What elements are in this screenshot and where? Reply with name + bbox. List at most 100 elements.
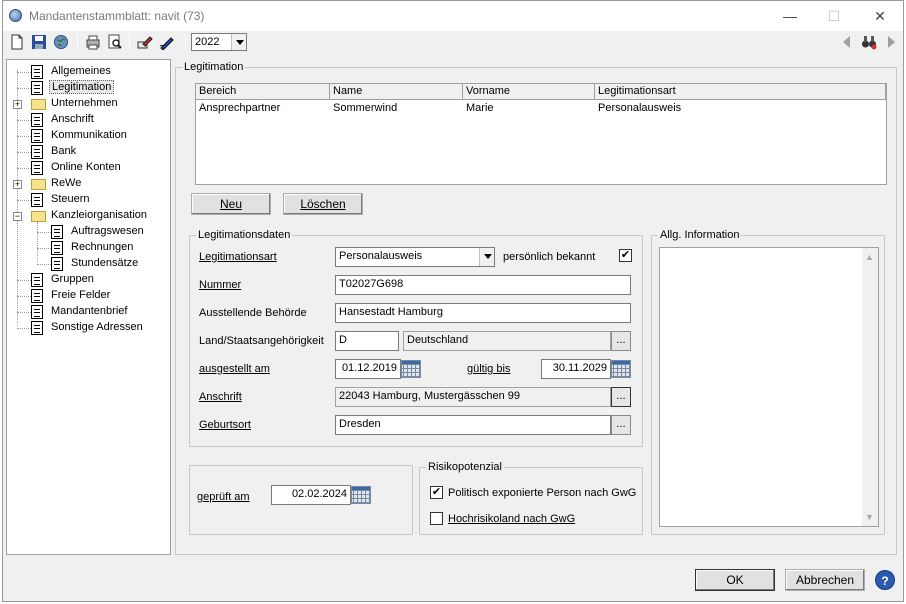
pep-checkbox[interactable]: ✔ (430, 486, 443, 499)
close-button[interactable]: ✕ (865, 5, 895, 27)
tree-item-label: Allgemeines (51, 65, 111, 77)
tree-item-legitimation[interactable]: Legitimation (11, 80, 161, 96)
tree-item-label: Mandantenbrief (51, 305, 128, 317)
table-header: Bereich Name Vorname Legitimationsart (196, 84, 886, 100)
geburtsort-lookup-button[interactable]: ... (611, 415, 631, 435)
folder-icon (31, 99, 46, 110)
table-row[interactable]: Ansprechpartner Sommerwind Marie Persona… (196, 101, 886, 117)
delete-button[interactable]: Löschen (283, 193, 363, 215)
chevron-down-icon[interactable] (479, 248, 494, 266)
tree-item-auftragswesen[interactable]: Auftragswesen (31, 224, 171, 240)
document-icon (31, 113, 43, 127)
tree-item-label: Sonstige Adressen (51, 321, 143, 333)
pep-label: Politisch exponierte Person nach GwG (448, 487, 637, 499)
help-icon[interactable]: ? (875, 570, 895, 590)
document-icon (31, 193, 43, 207)
tree-item-freie-felder[interactable]: Freie Felder (11, 288, 161, 304)
tree-item-kanzleiorganisation[interactable]: − Kanzleiorganisation (11, 208, 161, 224)
tree-item-anschrift[interactable]: Anschrift (11, 112, 161, 128)
risiko-group-title: Risikopotenzial (426, 461, 504, 473)
document-icon (31, 145, 43, 159)
toolbar-separator (129, 34, 130, 50)
legitimation-group-title: Legitimation (182, 61, 246, 73)
info-group-title: Allg. Information (658, 229, 742, 241)
edit-pencil-icon[interactable] (137, 34, 153, 50)
tree-item-label: Freie Felder (51, 289, 111, 301)
gueltig-input[interactable]: 30.11.2029 (541, 359, 611, 379)
sign-icon[interactable] (159, 34, 175, 50)
calendar-icon[interactable] (401, 360, 421, 378)
hochrisiko-checkbox[interactable] (430, 512, 443, 525)
info-textarea[interactable]: ▲ ▼ (659, 247, 879, 527)
year-select[interactable]: 2022 (191, 33, 247, 51)
column-header-vorname[interactable]: Vorname (463, 84, 595, 100)
tree-item-stundensaetze[interactable]: Stundensätze (31, 256, 171, 272)
hochrisiko-label: Hochrisikoland nach GwG (448, 513, 576, 525)
column-header-legitimationsart[interactable]: Legitimationsart (595, 84, 886, 100)
minimize-button[interactable]: — (775, 5, 805, 27)
document-icon (31, 321, 43, 335)
new-button[interactable]: Neu (191, 193, 271, 215)
document-icon (31, 161, 43, 175)
nummer-label: Nummer (199, 279, 242, 291)
legitimationsart-select[interactable]: Personalausweis (335, 247, 495, 267)
ok-button[interactable]: OK (695, 569, 775, 591)
calendar-icon[interactable] (351, 486, 371, 504)
tree-item-allgemeines[interactable]: Allgemeines (11, 64, 161, 80)
geprueft-input[interactable]: 02.02.2024 (271, 485, 351, 505)
column-header-name[interactable]: Name (330, 84, 463, 100)
tree-item-kommunikation[interactable]: Kommunikation (11, 128, 161, 144)
tree-item-steuern[interactable]: Steuern (11, 192, 161, 208)
geburtsort-input[interactable]: Dresden (335, 415, 611, 435)
ausgestellt-input[interactable]: 01.12.2019 (335, 359, 401, 379)
tree-item-online-konten[interactable]: Online Konten (11, 160, 161, 176)
new-document-icon[interactable] (9, 34, 25, 50)
globe-icon[interactable] (53, 34, 69, 50)
chevron-down-icon[interactable] (231, 34, 246, 50)
land-label: Land/Staatsangehörigkeit (199, 335, 324, 347)
document-icon (51, 257, 63, 271)
document-icon (31, 65, 43, 79)
tree-item-label: Online Konten (51, 161, 121, 173)
nummer-input[interactable]: T02027G698 (335, 275, 631, 295)
print-preview-icon[interactable] (107, 34, 123, 50)
save-icon[interactable] (31, 34, 47, 50)
print-icon[interactable] (85, 34, 101, 50)
tree-item-label: Anschrift (51, 113, 94, 125)
legitimationsart-value: Personalausweis (339, 250, 423, 262)
maximize-button[interactable]: ☐ (819, 5, 849, 27)
land-lookup-button[interactable]: ... (611, 331, 631, 351)
persoenlich-bekannt-checkbox[interactable]: ✔ (619, 249, 632, 262)
cancel-button[interactable]: Abbrechen (785, 569, 865, 591)
expand-plus-icon[interactable]: + (13, 100, 22, 109)
behoerde-input[interactable]: Hansestadt Hamburg (335, 303, 631, 323)
tree-item-gruppen[interactable]: Gruppen (11, 272, 161, 288)
toolbar-separator (77, 34, 78, 50)
tree-item-unternehmen[interactable]: + Unternehmen (11, 96, 161, 112)
calendar-icon[interactable] (611, 360, 631, 378)
tree-item-rewe[interactable]: + ReWe (11, 176, 161, 192)
next-arrow-icon[interactable] (883, 34, 899, 50)
tree-item-label: Rechnungen (71, 241, 134, 253)
title-bar: Mandantenstammblatt: navit (73) — ☐ ✕ (3, 1, 903, 31)
tree-item-rechnungen[interactable]: Rechnungen (31, 240, 171, 256)
document-icon (31, 273, 43, 287)
search-binoculars-icon[interactable] (861, 34, 877, 50)
scroll-down-icon[interactable]: ▼ (865, 512, 874, 522)
tree-item-label: Stundensätze (71, 257, 139, 269)
previous-arrow-icon[interactable] (839, 34, 855, 50)
expand-plus-icon[interactable]: + (13, 180, 22, 189)
scrollbar[interactable]: ▲ ▼ (862, 248, 878, 526)
collapse-minus-icon[interactable]: − (13, 212, 22, 221)
tree-item-bank[interactable]: Bank (11, 144, 161, 160)
toolbar-separator (185, 34, 186, 50)
column-header-bereich[interactable]: Bereich (196, 84, 330, 100)
table-cell: Marie (466, 102, 494, 114)
scroll-up-icon[interactable]: ▲ (865, 252, 874, 262)
tree-item-sonstige-adressen[interactable]: Sonstige Adressen (11, 320, 161, 336)
legitimation-table[interactable]: Bereich Name Vorname Legitimationsart An… (195, 83, 887, 185)
tree-item-mandantenbrief[interactable]: Mandantenbrief (11, 304, 161, 320)
tree-item-label: Kommunikation (51, 129, 127, 141)
land-code-input[interactable]: D (335, 331, 399, 351)
anschrift-lookup-button[interactable]: ... (611, 387, 631, 407)
